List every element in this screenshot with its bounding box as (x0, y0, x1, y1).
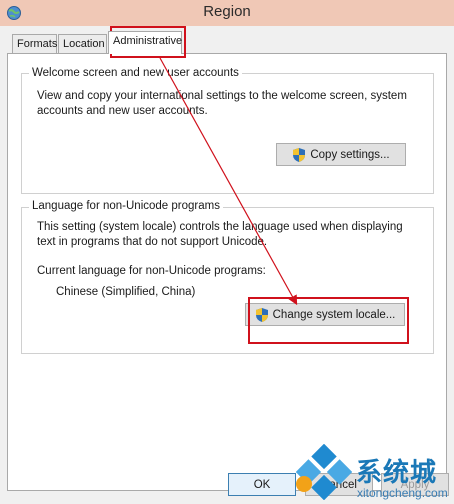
current-language-label: Current language for non-Unicode program… (37, 265, 266, 277)
watermark-site-url: xitongcheng.com (357, 486, 448, 500)
unicode-group-title: Language for non-Unicode programs (29, 200, 223, 212)
uac-shield-icon (255, 307, 268, 322)
window-title: Region (203, 3, 251, 20)
watermark-site-name: 系统城 (356, 458, 438, 488)
title-bar: Region (0, 0, 454, 26)
welcome-group-title: Welcome screen and new user accounts (29, 67, 242, 79)
tab-location[interactable]: Location (58, 34, 107, 54)
welcome-description-line2: accounts and new user accounts. (37, 105, 208, 117)
copy-settings-button[interactable]: Copy settings... (276, 143, 406, 166)
unicode-description-line2: text in programs that do not support Uni… (37, 236, 268, 248)
current-language-value: Chinese (Simplified, China) (56, 286, 196, 298)
unicode-description-line1: This setting (system locale) controls th… (37, 221, 403, 233)
tab-formats[interactable]: Formats (12, 34, 57, 54)
windows-logo-icon (296, 444, 352, 500)
tab-administrative[interactable]: Administrative (108, 31, 182, 54)
change-system-locale-button[interactable]: Change system locale... (245, 303, 405, 326)
welcome-description-line1: View and copy your international setting… (37, 90, 407, 102)
uac-shield-icon (293, 147, 306, 162)
copy-settings-label: Copy settings... (310, 148, 390, 161)
change-system-locale-label: Change system locale... (272, 308, 396, 321)
ok-button[interactable]: OK (228, 473, 296, 496)
